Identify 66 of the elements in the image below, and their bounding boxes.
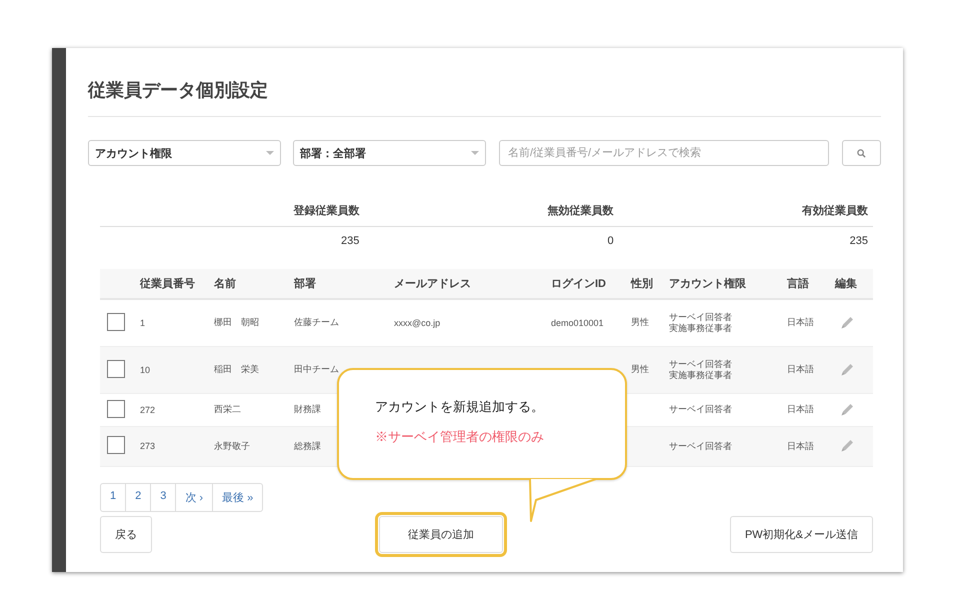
- table-cell: 日本語: [787, 317, 814, 328]
- stat-value: 235: [850, 235, 868, 247]
- table-cell: 総務課: [294, 440, 321, 450]
- table-cell-text: 実施事務従事者: [669, 370, 733, 380]
- pencil-icon[interactable]: [839, 402, 855, 418]
- table-cell-text: サーベイ回答者: [669, 440, 733, 452]
- table-cell: 日本語: [787, 440, 814, 450]
- table-cell: 272: [140, 404, 156, 414]
- table-cell: xxxx@co.jp: [394, 318, 440, 328]
- table-cell: 田中チーム: [294, 364, 339, 374]
- row-checkbox[interactable]: [107, 436, 125, 454]
- search-button[interactable]: [842, 140, 881, 166]
- stat-label: 登録従業員数: [293, 204, 360, 218]
- column-header: 言語: [787, 278, 809, 290]
- department-dropdown[interactable]: 部署：全部署: [293, 140, 486, 166]
- column-header: 名前: [214, 278, 236, 290]
- table-cell: 財務課: [294, 404, 321, 414]
- column-header: 性別: [631, 278, 653, 290]
- column-header: アカウント権限: [669, 278, 746, 290]
- pencil-icon[interactable]: [839, 314, 855, 331]
- table-cell-text: サーベイ回答者: [669, 404, 733, 415]
- table-cell: 日本語: [787, 404, 814, 414]
- row-checkbox[interactable]: [107, 312, 125, 331]
- caret-icon: [471, 151, 479, 155]
- pagination-link[interactable]: 最後 »: [212, 484, 262, 510]
- table-cell-text: 実施事務従事者: [669, 322, 733, 334]
- table-cell: 梛田 朝昭: [214, 317, 259, 328]
- row-checkbox[interactable]: [107, 400, 125, 418]
- callout-text: アカウントを新規追加する。: [375, 398, 545, 416]
- caret-icon: [266, 151, 274, 155]
- table-cell: 稲田 栄美: [214, 364, 259, 374]
- table-cell-text: サーベイ回答者: [669, 359, 733, 370]
- column-header: 従業員番号: [140, 278, 195, 290]
- table-cell: 1: [140, 318, 146, 328]
- table-cell: 日本語: [787, 364, 814, 374]
- table-cell: 273: [140, 441, 156, 451]
- pagination-link[interactable]: 1: [101, 484, 126, 510]
- column-header: ログインID: [551, 278, 606, 290]
- column-header: 編集: [835, 278, 857, 290]
- search-field[interactable]: 名前/従業員番号/メールアドレスで検索: [499, 140, 829, 166]
- row-checkbox[interactable]: [107, 360, 125, 378]
- pencil-icon[interactable]: [839, 362, 855, 378]
- column-header: メールアドレス: [394, 278, 471, 290]
- pagination-link[interactable]: 3: [150, 484, 176, 510]
- table-cell: demo010001: [551, 318, 604, 328]
- reset-password-button[interactable]: PW初期化&メール送信: [730, 516, 873, 552]
- column-header: 部署: [294, 278, 316, 290]
- pagination-link[interactable]: 次 ›: [175, 484, 212, 510]
- table-cell-text: サーベイ回答者: [669, 312, 733, 323]
- table-cell: 男性: [631, 317, 649, 328]
- table-cell: 永野敬子: [214, 440, 250, 450]
- stat-value: 235: [340, 235, 360, 247]
- stat-value: 0: [608, 235, 614, 247]
- back-button[interactable]: 戻る: [100, 516, 152, 552]
- table-cell: 10: [140, 364, 150, 374]
- stat-label: 有効従業員数: [802, 204, 868, 218]
- table-cell: 佐藤チーム: [294, 317, 339, 328]
- callout-note: ※サーベイ管理者の権限のみ: [375, 428, 545, 446]
- pagination-link[interactable]: 2: [125, 484, 150, 510]
- table-cell: 男性: [631, 364, 649, 374]
- search-icon: [857, 148, 866, 158]
- page-title: 従業員データ個別設定: [88, 78, 881, 117]
- account-role-dropdown[interactable]: アカウント権限: [88, 140, 281, 166]
- pencil-icon[interactable]: [839, 438, 855, 454]
- stat-label: 無効従業員数: [548, 204, 614, 218]
- table-cell: 西栄二: [214, 404, 241, 414]
